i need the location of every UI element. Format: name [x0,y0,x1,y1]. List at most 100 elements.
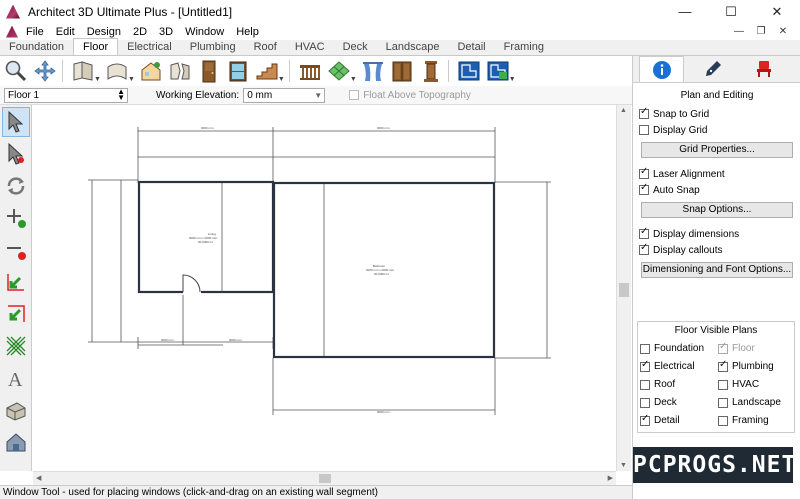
tab-plumbing[interactable]: Plumbing [181,40,245,55]
tab-floor[interactable]: Floor [73,38,119,55]
snap-options-button[interactable]: Snap Options... [641,202,793,218]
visible-plan-deck-checkbox[interactable] [640,397,650,408]
display-dimensions-option[interactable]: Display dimensions [639,226,800,242]
visible-plan-roof[interactable]: Roof [640,376,716,393]
break-tool-icon[interactable] [2,299,30,329]
vertical-scrollbar[interactable]: ▲ ▼ [616,105,631,471]
lattice-tool-icon[interactable] [2,331,30,361]
maximize-button[interactable]: ☐ [708,0,754,23]
menu-help[interactable]: Help [236,26,259,38]
cabinet-tool-icon[interactable] [389,58,415,84]
door-tool-icon[interactable] [196,58,222,84]
chevron-down-icon[interactable]: ▼ [314,89,322,102]
dropdown-arrow-icon[interactable]: ▼ [350,76,357,83]
document-icon[interactable] [6,25,18,38]
visible-plan-foundation[interactable]: Foundation [640,340,716,357]
spinner-arrows-icon[interactable]: ▲ ▼ [117,87,125,101]
tab-deck[interactable]: Deck [334,40,377,55]
display-callouts-checkbox[interactable] [639,242,649,255]
scroll-right-icon[interactable]: ▶ [608,474,613,482]
floor-selector[interactable]: Floor 1 ▲ ▼ [4,87,128,103]
window-tool-icon[interactable] [225,58,251,84]
select-tool-icon[interactable] [2,107,30,137]
floor-plan-canvas[interactable]: Living 0000 mm x 0000 mm 00.0000 m² Bedr… [33,105,616,471]
break-wall-icon[interactable] [167,58,193,84]
text-tool-icon[interactable]: A [2,363,30,393]
tab-framing[interactable]: Framing [495,40,553,55]
flooring-tool-icon[interactable] [326,58,352,84]
pan-icon[interactable] [32,58,58,84]
laser-alignment-checkbox[interactable] [639,166,649,179]
rotate-tool-icon[interactable] [2,171,30,201]
menu-edit[interactable]: Edit [56,26,75,38]
horizontal-scrollbar[interactable]: ◀ ▶ [33,471,616,485]
tab-pen[interactable] [690,56,735,82]
float-above-topography-checkbox[interactable] [349,90,360,100]
railing-tool-icon[interactable] [297,58,323,84]
tab-detail[interactable]: Detail [448,40,494,55]
visible-plan-framing[interactable]: Framing [718,412,794,429]
visible-plan-roof-checkbox[interactable] [640,379,650,390]
menu-2d[interactable]: 2D [133,26,147,38]
vertical-scroll-thumb[interactable] [619,283,629,297]
plan-settings-icon[interactable] [485,58,511,84]
dropdown-arrow-icon[interactable]: ▼ [128,76,135,83]
snap-to-grid-checkbox[interactable] [639,106,649,119]
dropdown-arrow-icon[interactable]: ▼ [278,76,285,83]
visible-plan-framing-checkbox[interactable] [718,415,728,426]
visible-plan-foundation-checkbox[interactable] [640,343,650,354]
tab-roof[interactable]: Roof [245,40,286,55]
menu-file[interactable]: File [26,26,44,38]
dimensioning-font-options-button[interactable]: Dimensioning and Font Options... [641,262,793,278]
display-dimensions-checkbox[interactable] [639,226,649,239]
scroll-up-icon[interactable]: ▲ [620,107,627,114]
visible-plan-detail-checkbox[interactable] [640,413,650,426]
visible-plan-electrical-checkbox[interactable] [640,359,650,372]
visible-plan-hvac[interactable]: HVAC [718,376,794,393]
tab-electrical[interactable]: Electrical [118,40,181,55]
join-tool-icon[interactable] [2,267,30,297]
display-grid-checkbox[interactable] [639,125,649,135]
auto-snap-checkbox[interactable] [639,182,649,195]
dropdown-arrow-icon[interactable]: ▼ [509,76,516,83]
visible-plan-detail[interactable]: Detail [640,412,716,429]
tab-info[interactable] [639,56,684,82]
visible-plan-plumbing-checkbox[interactable] [718,359,728,372]
menu-3d[interactable]: 3D [159,26,173,38]
scroll-left-icon[interactable]: ◀ [36,474,41,482]
elevation-view-icon[interactable] [2,395,30,425]
tab-landscape[interactable]: Landscape [377,40,449,55]
stairs-tool-icon[interactable] [254,58,280,84]
zoom-icon[interactable] [3,58,29,84]
document-minimize-button[interactable]: — [728,26,750,37]
column-tool-icon[interactable] [418,58,444,84]
snap-to-grid-option[interactable]: Snap to Grid [639,106,800,122]
curved-wall-icon[interactable] [104,58,130,84]
document-restore-button[interactable]: ❐ [750,26,772,37]
tab-furniture[interactable] [741,56,786,82]
visible-plan-electrical[interactable]: Electrical [640,358,716,375]
visible-plan-landscape[interactable]: Landscape [718,394,794,411]
plan-view-icon[interactable] [456,58,482,84]
visible-plan-hvac-checkbox[interactable] [718,379,728,390]
add-point-tool-icon[interactable] [2,203,30,233]
scroll-down-icon[interactable]: ▼ [620,462,627,469]
dropdown-arrow-icon[interactable]: ▼ [94,76,101,83]
grid-properties-button[interactable]: Grid Properties... [641,142,793,158]
close-button[interactable]: ✕ [754,0,800,23]
select-point-tool-icon[interactable] [2,139,30,169]
horizontal-scroll-thumb[interactable] [319,474,331,483]
curtain-tool-icon[interactable] [360,58,386,84]
3d-view-icon[interactable] [2,427,30,457]
visible-plan-landscape-checkbox[interactable] [718,397,728,408]
visible-plan-deck[interactable]: Deck [640,394,716,411]
tab-hvac[interactable]: HVAC [286,40,334,55]
auto-snap-option[interactable]: Auto Snap [639,182,800,198]
display-grid-option[interactable]: Display Grid [639,122,800,138]
menu-design[interactable]: Design [87,26,121,38]
document-close-button[interactable]: ✕ [772,26,794,37]
wall-tool-icon[interactable] [70,58,96,84]
menu-window[interactable]: Window [185,26,224,38]
laser-alignment-option[interactable]: Laser Alignment [639,166,800,182]
visible-plan-plumbing[interactable]: Plumbing [718,358,794,375]
